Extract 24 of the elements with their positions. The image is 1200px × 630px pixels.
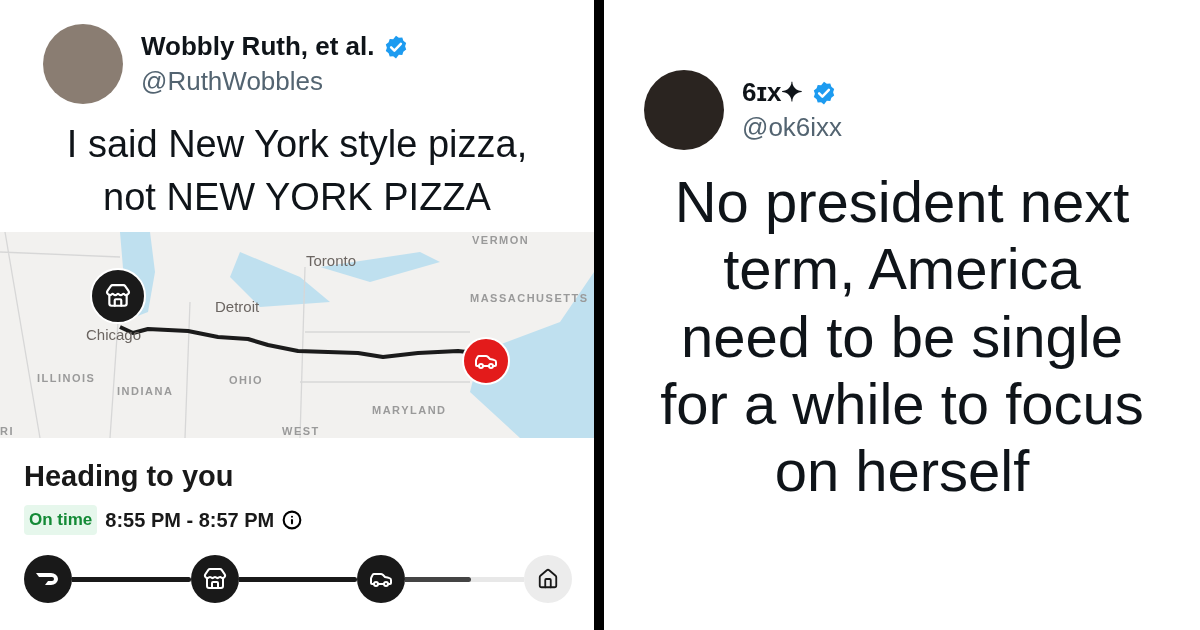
- post-text: No president next term, America need to be single for a while to focus on herself: [659, 168, 1145, 505]
- author-name: Wobbly Ruth, et al.: [141, 31, 375, 62]
- map-label: Chicago: [86, 326, 142, 344]
- map-label: Toronto: [306, 252, 357, 270]
- map-label: WEST: [282, 425, 320, 438]
- home-icon: [537, 568, 559, 591]
- post-text: I said New York style pizza, not NEW YORK PIZZA: [65, 122, 529, 221]
- dash-logo-icon: [35, 571, 61, 588]
- author-handle: @ok6ixx: [742, 112, 843, 143]
- author-handle: @RuthWobbles: [141, 66, 324, 97]
- order-status-title: Heading to you: [24, 460, 235, 494]
- map-label: INDIANA: [117, 385, 174, 398]
- map-label: Detroit: [215, 298, 260, 316]
- eta-text: 8:55 PM - 8:57 PM: [105, 508, 275, 532]
- author-name: 6ɪx✦: [742, 77, 804, 108]
- map-label: MARYLAND: [372, 404, 447, 417]
- map-label: ILLINOIS: [37, 372, 96, 385]
- map-label: MASSACHUSETTS: [470, 292, 589, 305]
- on-time-badge: On time: [24, 505, 98, 536]
- info-icon[interactable]: [282, 510, 303, 531]
- map-label: RI: [0, 425, 14, 438]
- map-label: OHIO: [229, 374, 264, 387]
- store-icon: [202, 567, 227, 592]
- map-label: VERMON: [472, 234, 530, 247]
